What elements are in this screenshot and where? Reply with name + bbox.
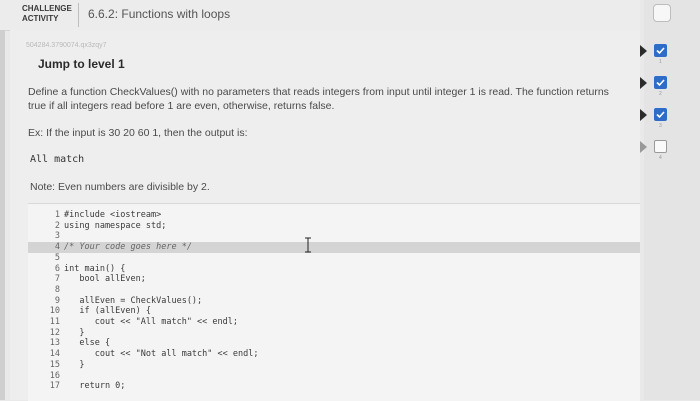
code-text[interactable]: using namespace std; [64,221,166,232]
code-line[interactable]: 5 [28,253,640,264]
code-text[interactable]: /* Your code goes here */ [64,242,192,253]
code-line[interactable]: 17 return 0; [28,381,640,392]
code-text[interactable]: if (allEven) { [64,306,151,317]
code-line[interactable]: 8 [28,285,640,296]
level-1-checkbox[interactable] [654,44,667,57]
level-status-box [653,4,671,22]
challenge-activity-badge: CHALLENGE ACTIVITY [22,2,74,26]
line-number: 9 [54,295,60,306]
level-number: 4 [659,155,662,161]
code-line[interactable]: 4 /* Your code goes here */ [28,242,640,254]
code-line[interactable]: 7 bool allEven; [28,274,640,285]
code-line[interactable]: 12 } [28,328,640,339]
line-number: 13 [49,338,60,349]
code-text[interactable]: #include <iostream> [64,210,161,221]
badge-line-1: CHALLENGE [22,4,72,13]
code-line[interactable]: 15 } [28,360,640,371]
code-text[interactable]: } [64,360,84,371]
code-line[interactable]: 11 cout << "All match" << endl; [28,317,640,328]
line-number: 15 [49,359,60,370]
level-number: 3 [659,123,662,129]
level-number: 2 [659,91,662,97]
code-line[interactable]: 6 int main() { [28,264,640,275]
badge-line-2: ACTIVITY [22,14,59,23]
line-number: 8 [54,284,60,295]
code-text[interactable]: } [64,328,84,339]
checkmark-icon [656,79,665,87]
level-number: 1 [659,59,662,65]
example-text: Ex: If the input is 30 20 60 1, then the… [28,127,248,139]
line-number: 3 [54,231,60,242]
line-number: 1 [54,210,60,220]
jump-to-level-link[interactable]: Jump to level 1 [38,57,125,71]
code-text[interactable]: bool allEven; [64,274,146,285]
level-arrow-icon[interactable] [640,141,647,153]
note-text: Note: Even numbers are divisible by 2. [30,181,210,193]
code-line[interactable]: 3 [28,231,640,242]
code-line[interactable]: 14 cout << "Not all match" << endl; [28,349,640,360]
checkmark-icon [656,47,665,55]
checkmark-icon [656,111,665,119]
code-text[interactable]: int main() { [64,264,125,275]
code-text[interactable]: allEven = CheckValues(); [64,296,202,307]
code-line[interactable]: 2 using namespace std; [28,221,640,232]
line-number: 7 [54,274,60,285]
code-line[interactable]: 10 if (allEven) { [28,306,640,317]
level-4-checkbox[interactable] [654,140,667,153]
line-number: 10 [49,306,60,317]
line-number: 14 [49,349,60,360]
left-accent-bar [0,30,5,400]
code-editor[interactable]: 1 #include <iostream> 2 using namespace std… [28,203,640,401]
level-arrow-icon[interactable] [640,77,647,89]
line-number: 6 [54,263,60,274]
line-number: 5 [54,252,60,263]
code-text[interactable]: cout << "All match" << endl; [64,317,238,328]
level-3-checkbox[interactable] [654,108,667,121]
code-line[interactable]: 1 #include <iostream> [28,210,640,221]
header-divider [78,3,79,27]
activity-id: 504284.3790074.qx3zqy7 [26,42,107,49]
level-panel [644,0,700,400]
code-line[interactable]: 9 allEven = CheckValues(); [28,296,640,307]
text-cursor-icon [305,237,311,253]
line-number: 2 [54,220,60,231]
line-number: 11 [49,317,60,327]
line-number: 4 [54,242,60,253]
level-2-checkbox[interactable] [654,76,667,89]
level-arrow-icon[interactable] [640,45,647,57]
line-number: 12 [49,327,60,338]
activity-header: CHALLENGE ACTIVITY 6.6.2: Functions with… [0,0,640,31]
code-text[interactable]: cout << "Not all match" << endl; [64,349,259,360]
problem-description: Define a function CheckValues() with no … [28,86,609,112]
code-text[interactable]: return 0; [64,381,125,392]
activity-title: 6.6.2: Functions with loops [88,7,231,21]
code-line[interactable]: 16 [28,371,640,382]
code-text[interactable]: else { [64,338,110,349]
line-number: 16 [49,370,60,381]
expected-output: All match [30,154,85,165]
code-line[interactable]: 13 else { [28,338,640,349]
line-number: 17 [49,381,60,392]
level-arrow-icon[interactable] [640,109,647,121]
